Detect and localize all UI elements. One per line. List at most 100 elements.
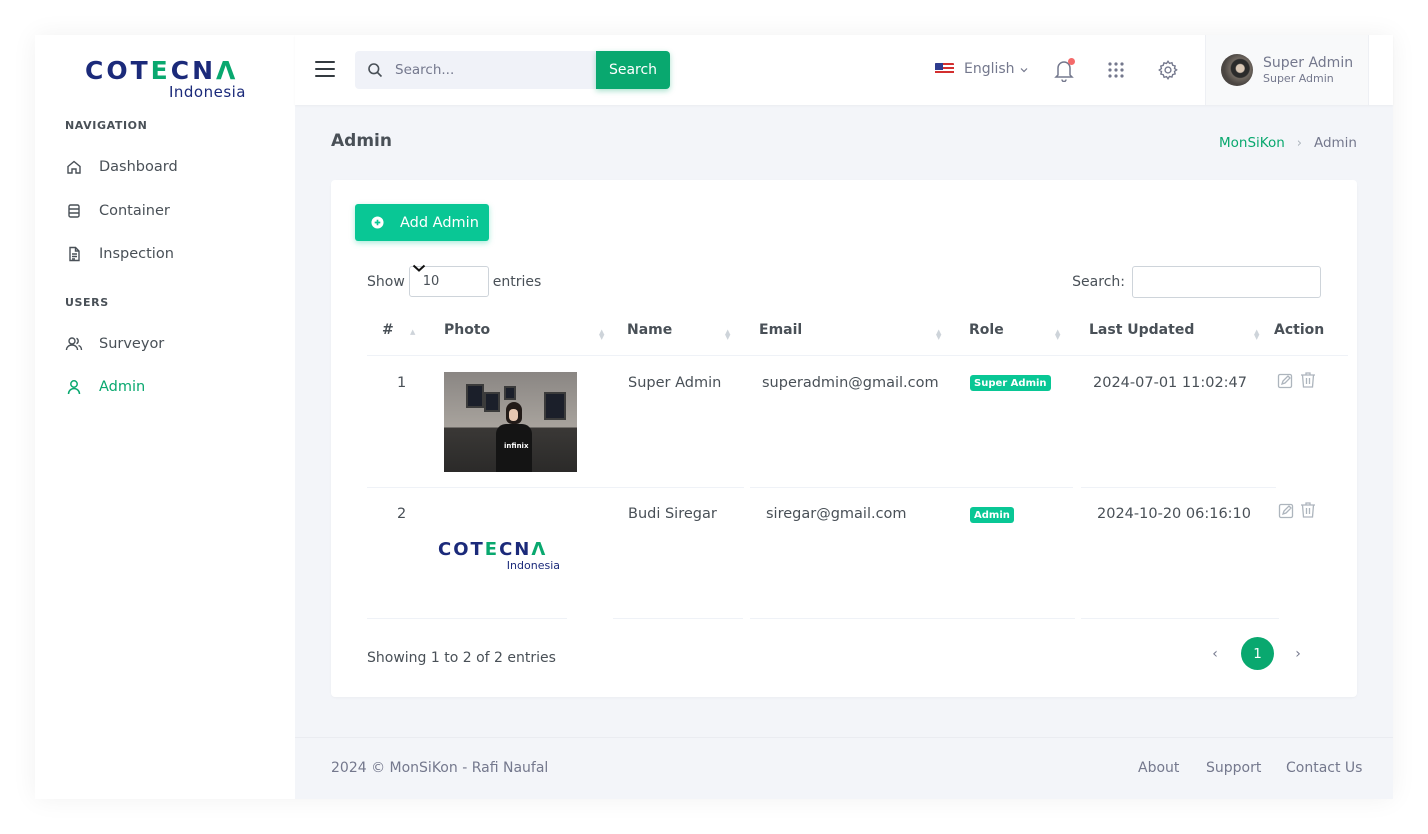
page-title: Admin	[331, 131, 392, 151]
breadcrumb: MonSiKon › Admin	[1219, 135, 1357, 151]
global-search-input[interactable]	[395, 62, 585, 78]
language-label: English	[964, 61, 1015, 77]
sidebar-item-surveyor[interactable]: Surveyor	[65, 330, 275, 358]
admin-name: Super Admin	[628, 375, 722, 391]
page-length-value: 10	[422, 274, 440, 289]
show-label: Show	[367, 273, 405, 290]
user-menu[interactable]: Super Admin Super Admin	[1205, 35, 1369, 105]
grid-icon	[1107, 61, 1125, 79]
logo-wordmark: COTECNΛ	[85, 56, 239, 85]
search-button[interactable]: Search	[596, 51, 670, 89]
menu-title-users: USERS	[65, 296, 109, 309]
edit-button[interactable]	[1276, 372, 1294, 390]
sidebar-item-label: Admin	[99, 379, 146, 395]
column-header-action: Action	[1274, 322, 1325, 338]
photo-frame	[466, 384, 484, 408]
delete-button[interactable]	[1299, 371, 1317, 389]
breadcrumb-current: Admin	[1313, 135, 1357, 151]
avatar	[1221, 54, 1253, 86]
admin-photo-logo: COTECNΛ Indonesia	[438, 540, 560, 576]
sort-asc-icon: ▲	[410, 328, 416, 336]
brand-logo[interactable]: COTECNΛ Indonesia	[85, 56, 250, 102]
notification-button[interactable]	[1050, 56, 1078, 84]
gear-icon	[1157, 59, 1179, 81]
photo-frame	[504, 386, 516, 400]
global-search	[355, 51, 597, 89]
sidebar-item-inspection[interactable]: Inspection	[65, 240, 275, 268]
row-divider	[750, 618, 1075, 619]
user-role: Super Admin	[1263, 72, 1334, 85]
sidebar-item-admin[interactable]: Admin	[65, 373, 275, 401]
chevron-down-icon	[412, 261, 426, 276]
table-search-input[interactable]	[1132, 266, 1321, 298]
column-header-last-updated[interactable]: Last Updated	[1089, 322, 1194, 338]
sidebar-item-label: Surveyor	[99, 336, 165, 352]
admin-email: superadmin@gmail.com	[762, 375, 939, 391]
pagination-page-1[interactable]: 1	[1241, 637, 1274, 670]
pagination-prev-button[interactable]: ‹	[1205, 644, 1225, 664]
column-header-email[interactable]: Email	[759, 322, 802, 338]
sidebar-item-container[interactable]: Container	[65, 197, 275, 225]
sort-icon: ▲ ▼	[1055, 328, 1061, 341]
footer: 2024 © MonSiKon - Rafi Naufal About Supp…	[295, 737, 1393, 799]
add-admin-label: Add Admin	[400, 214, 479, 231]
admin-photo: infinix	[444, 372, 577, 472]
notification-dot	[1068, 58, 1075, 65]
logo-subtitle: Indonesia	[506, 559, 560, 572]
column-header-photo[interactable]: Photo	[444, 322, 490, 338]
admin-table-card: Add Admin Show 10 entries Search: # ▲ Ph…	[331, 180, 1357, 697]
hamburger-menu-button[interactable]	[315, 61, 335, 77]
photo-person: infinix	[494, 402, 534, 472]
row-divider	[1081, 618, 1279, 619]
edit-icon	[1277, 373, 1293, 389]
plus-circle-icon	[371, 216, 384, 229]
footer-link-support[interactable]: Support	[1206, 760, 1261, 776]
language-selector[interactable]: English	[935, 61, 1028, 77]
entries-label: entries	[492, 273, 542, 290]
row-divider	[367, 487, 744, 488]
row-divider	[613, 618, 743, 619]
document-icon	[65, 245, 83, 263]
sort-icon: ▲ ▼	[936, 328, 942, 341]
photo-frame	[544, 392, 566, 420]
row-number: 1	[397, 375, 407, 391]
menu-title-navigation: NAVIGATION	[65, 119, 148, 132]
sort-icon: ▲ ▼	[725, 328, 731, 341]
row-number: 2	[397, 506, 407, 522]
delete-button[interactable]	[1299, 501, 1317, 519]
row-divider	[1081, 487, 1276, 488]
column-header-role[interactable]: Role	[969, 322, 1004, 338]
edit-icon	[1278, 503, 1294, 519]
table-search-label: Search:	[1072, 274, 1125, 290]
breadcrumb-root-link[interactable]: MonSiKon	[1219, 135, 1285, 151]
column-header-no[interactable]: #	[382, 322, 394, 338]
row-divider	[750, 487, 1073, 488]
topbar: Search English Sup	[295, 35, 1393, 105]
role-badge: Admin	[970, 507, 1014, 523]
users-icon	[65, 335, 83, 353]
page-length-control: Show 10 entries	[367, 264, 542, 297]
user-name: Super Admin	[1263, 55, 1354, 71]
sidebar-item-dashboard[interactable]: Dashboard	[65, 153, 275, 181]
sidebar-item-label: Inspection	[99, 246, 174, 262]
settings-button[interactable]	[1154, 56, 1182, 84]
pagination-next-button[interactable]: ›	[1288, 644, 1308, 664]
column-header-name[interactable]: Name	[627, 322, 672, 338]
user-icon	[65, 378, 83, 396]
app-window: COTECNΛ Indonesia NAVIGATION Dashboard C…	[35, 35, 1393, 799]
search-icon	[367, 62, 383, 78]
apps-grid-button[interactable]	[1102, 56, 1130, 84]
trash-icon	[1299, 501, 1317, 519]
logo-subtitle: Indonesia	[168, 83, 246, 101]
sidebar-item-label: Dashboard	[99, 159, 178, 175]
footer-link-about[interactable]: About	[1138, 760, 1179, 776]
footer-link-contact[interactable]: Contact Us	[1286, 760, 1362, 776]
page-length-select[interactable]: 10	[408, 264, 489, 297]
edit-button[interactable]	[1277, 502, 1295, 520]
footer-copyright: 2024 © MonSiKon - Rafi Naufal	[331, 760, 549, 776]
table-info: Showing 1 to 2 of 2 entries	[367, 650, 556, 666]
row-divider	[367, 618, 567, 619]
role-badge: Super Admin	[970, 375, 1051, 391]
breadcrumb-separator-icon: ›	[1296, 135, 1302, 151]
add-admin-button[interactable]: Add Admin	[355, 204, 489, 241]
